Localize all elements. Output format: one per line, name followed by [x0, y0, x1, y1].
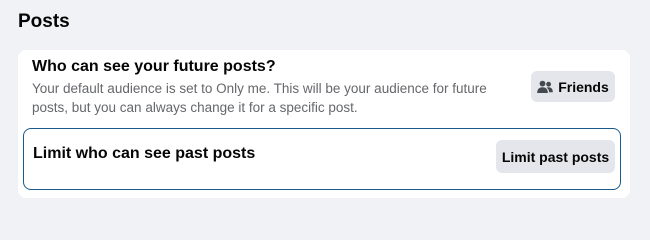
past-posts-title: Limit who can see past posts [33, 145, 256, 162]
past-posts-row[interactable]: Limit who can see past posts Limit past … [23, 128, 621, 190]
future-posts-description: Your default audience is set to Only me.… [32, 81, 487, 115]
future-posts-title: Who can see your future posts? [32, 58, 276, 75]
future-posts-row: Who can see your future posts? Your defa… [32, 56, 616, 117]
audience-button-label: Friends [558, 78, 609, 95]
posts-settings-card: Who can see your future posts? Your defa… [18, 50, 630, 198]
friends-icon [537, 80, 554, 94]
limit-past-posts-button[interactable]: Limit past posts [496, 140, 615, 173]
audience-friends-button[interactable]: Friends [531, 71, 615, 102]
section-title: Posts [18, 11, 70, 32]
